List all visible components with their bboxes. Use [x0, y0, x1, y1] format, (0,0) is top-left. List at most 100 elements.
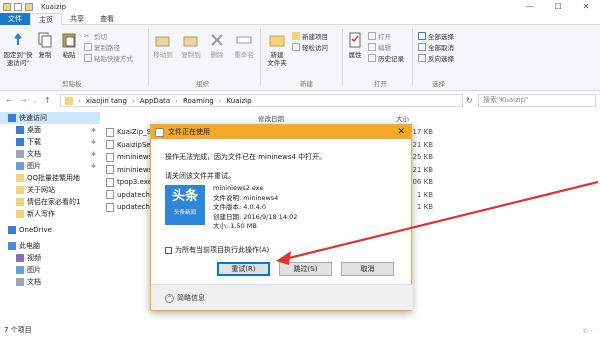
dialog-close-icon[interactable]: ✕	[397, 127, 405, 137]
app-icon-subtext: 头条新闻	[173, 210, 196, 216]
rename-button[interactable]: 重命名	[232, 31, 256, 59]
pin-icon[interactable]: ✱	[91, 151, 96, 158]
file-icon	[106, 127, 114, 137]
paste-shortcut-label: 粘贴快捷方式	[94, 55, 133, 63]
maximize-icon[interactable]: ☐	[544, 0, 572, 13]
nav-item[interactable]: 关于网站	[0, 184, 100, 196]
nav-item[interactable]: 此电脑	[0, 240, 100, 252]
new-folder-icon	[269, 35, 285, 47]
download-icon	[16, 138, 24, 146]
nav-item[interactable]: QQ批量挂繁用地	[0, 172, 100, 184]
breadcrumb-item[interactable]: Kuaizip	[227, 97, 252, 105]
copy-button[interactable]: 复制	[36, 31, 54, 59]
apply-all-checkbox[interactable]: 为所有当前项目执行此操作(A)	[165, 245, 269, 255]
group-organize: 组织	[196, 80, 209, 88]
move-to-button[interactable]: 移动到	[152, 31, 174, 59]
nav-item[interactable]: 下载 ✱	[0, 136, 100, 148]
paste-shortcut-button[interactable]: 粘贴快捷方式	[84, 53, 133, 63]
file-size: 大小: 1.50 MB	[213, 222, 257, 230]
folder-icon	[65, 96, 73, 105]
search-input[interactable]: 搜索"Kuaizip"	[478, 94, 596, 107]
move-to-icon	[155, 36, 170, 47]
new-folder-icon[interactable]	[25, 2, 33, 11]
new-item-icon	[292, 32, 300, 40]
picture-icon	[16, 266, 24, 274]
pin-quick-access-button[interactable]: 固定到"快速访问"	[2, 31, 34, 67]
nav-item[interactable]: 文档	[0, 276, 100, 288]
back-icon[interactable]: ←	[6, 96, 13, 105]
nav-item[interactable]: 视频	[0, 252, 100, 264]
open-button[interactable]: 打开	[368, 31, 391, 41]
invert-selection-icon	[418, 54, 426, 62]
select-all-icon	[418, 32, 426, 40]
nav-item[interactable]: 新人写作	[0, 208, 100, 220]
tab-home[interactable]: 主页	[30, 13, 62, 25]
copy-icon	[38, 32, 52, 48]
up-icon[interactable]: ↑	[44, 96, 51, 105]
invert-selection-button[interactable]: 反向选择	[418, 53, 454, 63]
more-info-toggle[interactable]: ⌃ 简略信息	[165, 293, 205, 303]
breadcrumb-separator: ›	[175, 96, 178, 105]
nav-item[interactable]: 情侣在家必看的1	[0, 196, 100, 208]
nav-item[interactable]: 图片 ✱	[0, 160, 100, 172]
select-none-button[interactable]: 全部取消	[418, 42, 454, 52]
delete-button[interactable]: 删除	[206, 31, 228, 59]
delete-label: 删除	[210, 51, 224, 59]
file-icon	[106, 152, 114, 162]
copy-label: 复制	[38, 51, 52, 59]
pin-icon[interactable]: ✱	[91, 139, 96, 146]
checkbox-box[interactable]	[165, 246, 172, 254]
nav-item[interactable]: 桌面 ✱	[0, 124, 100, 136]
cancel-button[interactable]: 取消	[341, 262, 394, 276]
ribbon-tabs: 文件 主页 共享 查看	[0, 13, 600, 25]
file-info: 头条 头条新闻 mininiews2.exe 文件说明: mininews4 文…	[165, 182, 401, 232]
retry-button[interactable]: 重试(R)	[217, 262, 270, 276]
select-all-button[interactable]: 全部选择	[418, 31, 454, 41]
column-header-modified[interactable]: 修改日期	[258, 113, 284, 123]
nav-item[interactable]: 图片	[0, 264, 100, 276]
pin-icon[interactable]: ✱	[91, 127, 96, 134]
tab-file[interactable]: 文件	[0, 13, 30, 25]
check-icon[interactable]	[14, 2, 22, 11]
cut-button[interactable]: ✂ 剪切	[84, 31, 107, 41]
status-bar: 7 个项目	[0, 324, 600, 337]
forward-icon[interactable]: →	[20, 96, 27, 105]
breadcrumb-item[interactable]: xiaojin tang	[86, 97, 127, 105]
file-icon	[106, 177, 114, 187]
group-clipboard: 剪贴板	[62, 80, 82, 88]
skip-button[interactable]: 跳过(S)	[279, 262, 332, 276]
easy-access-button[interactable]: 轻松访问	[292, 42, 328, 52]
pin-icon[interactable]: ✱	[91, 163, 96, 170]
tab-share[interactable]: 共享	[62, 13, 92, 25]
nav-item[interactable]: OneDrive	[0, 224, 100, 236]
dialog-footer: ⌃ 简略信息	[151, 284, 413, 310]
column-header-size[interactable]: 大小	[396, 113, 409, 123]
close-icon[interactable]: ✕	[572, 0, 600, 13]
address-bar[interactable]: › xiaojin tang › AppData › Roaming › Kua…	[60, 94, 463, 107]
copy-to-button[interactable]: 复制到	[180, 31, 202, 59]
folder-icon[interactable]	[3, 2, 11, 11]
folder-icon	[16, 198, 24, 206]
nav-item-label: 情侣在家必看的1	[27, 198, 81, 206]
desktop-icon	[16, 126, 24, 134]
new-item-button[interactable]: 新建项目	[292, 31, 328, 41]
edit-button[interactable]: 编辑	[368, 42, 391, 52]
rename-label: 重命名	[234, 51, 254, 59]
easy-access-label: 轻松访问	[302, 44, 328, 52]
breadcrumb-item[interactable]: Roaming	[183, 97, 214, 105]
refresh-icon[interactable]: ↻	[466, 96, 473, 105]
open-label: 打开	[378, 33, 391, 41]
breadcrumb-item[interactable]: AppData	[140, 97, 170, 105]
properties-button[interactable]: 属性	[346, 31, 364, 59]
minimize-icon[interactable]: —	[516, 0, 544, 13]
copy-path-button[interactable]: 复制路径	[84, 42, 120, 52]
history-button[interactable]: 历史记录	[368, 53, 404, 63]
tab-view[interactable]: 查看	[92, 13, 122, 25]
file-name: mininiews2.exe	[213, 184, 264, 192]
paste-button[interactable]: 粘贴	[58, 31, 80, 59]
nav-item[interactable]: 快速访问	[0, 112, 100, 124]
new-folder-button[interactable]: 新建 文件夹	[264, 31, 290, 67]
chevron-down-icon[interactable]: ⌄	[33, 97, 38, 104]
nav-item[interactable]: 文档 ✱	[0, 148, 100, 160]
pin-label: 固定到"快速访问"	[3, 51, 33, 67]
